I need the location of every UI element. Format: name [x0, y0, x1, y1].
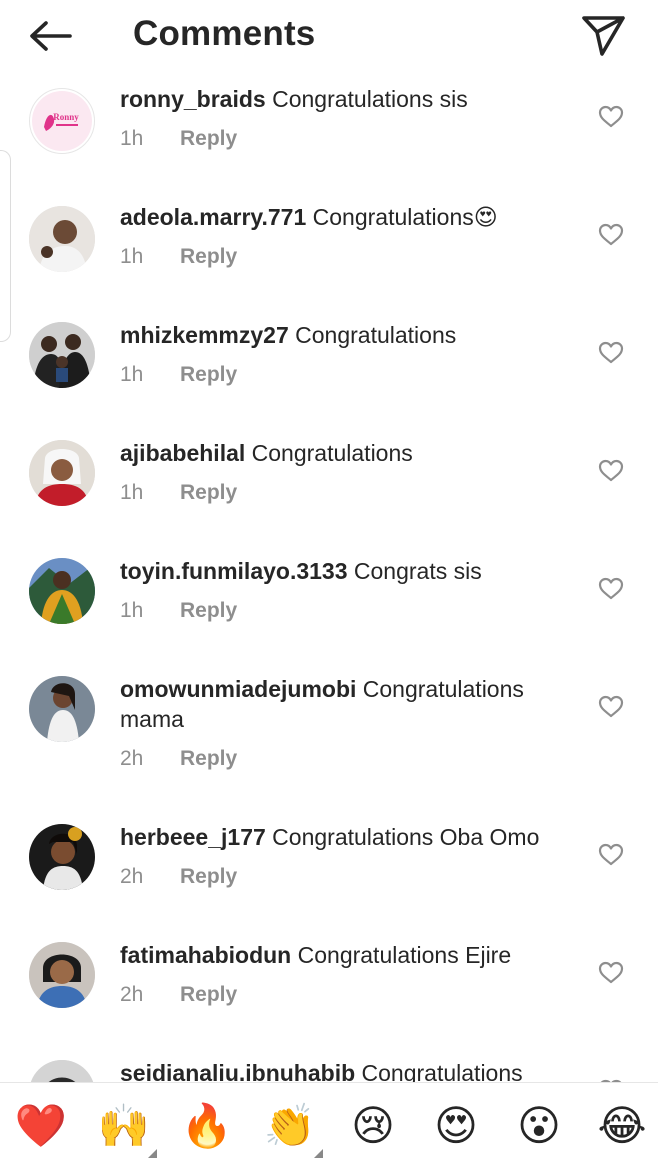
comment-meta: 1h Reply — [120, 127, 237, 151]
comment-time: 1h — [120, 363, 144, 386]
comment-body: Congratulations Oba Omo — [272, 824, 540, 850]
comment-time: 1h — [120, 245, 144, 268]
comment-time: 1h — [120, 127, 144, 150]
comment-time: 1h — [120, 599, 144, 622]
comment-text-block: seidianaliu.ibnuhabib Congratulations — [120, 1058, 590, 1082]
send-paper-plane-icon[interactable] — [578, 12, 628, 58]
fire-emoji[interactable]: 🔥 — [179, 1101, 235, 1151]
comment-time: 2h — [120, 983, 144, 1006]
like-heart-icon[interactable] — [598, 961, 624, 985]
tears-of-joy-emoji[interactable]: 😂 — [594, 1101, 650, 1151]
comment-body: Congratulations Ejire — [297, 942, 512, 968]
comment-text-block: mhizkemmzy27 Congratulations — [120, 320, 590, 350]
reply-button[interactable]: Reply — [180, 599, 237, 623]
like-heart-icon[interactable] — [598, 341, 624, 365]
comment-time: 2h — [120, 747, 144, 770]
avatar[interactable]: Ronny — [29, 88, 95, 154]
comment-time: 1h — [120, 481, 144, 504]
skin-tone-indicator-icon — [148, 1149, 157, 1158]
comment-username[interactable]: mhizkemmzy27 — [120, 322, 289, 348]
avatar[interactable] — [29, 942, 95, 1008]
comment-username[interactable]: seidianaliu.ibnuhabib — [120, 1060, 355, 1082]
comments-list[interactable]: Ronny ronny_braids Congratulations sis 1… — [0, 74, 658, 1082]
back-arrow-icon[interactable] — [26, 16, 76, 56]
reply-button[interactable]: Reply — [180, 747, 237, 771]
comment-meta: 1h Reply — [120, 599, 237, 623]
comment-text-block: adeola.marry.771 Congratulations😍 — [120, 202, 590, 232]
avatar[interactable] — [29, 558, 95, 624]
reply-button[interactable]: Reply — [180, 983, 237, 1007]
comment-text-block: omowunmiadejumobi Congratulations mama — [120, 674, 590, 734]
comment-meta: 2h Reply — [120, 983, 237, 1007]
avatar[interactable] — [29, 440, 95, 506]
comment-username[interactable]: toyin.funmilayo.3133 — [120, 558, 348, 584]
like-heart-icon[interactable] — [598, 843, 624, 867]
comment-time: 2h — [120, 865, 144, 888]
comment-username[interactable]: fatimahabiodun — [120, 942, 291, 968]
comment-text-block: toyin.funmilayo.3133 Congrats sis — [120, 556, 590, 586]
like-heart-icon[interactable] — [598, 223, 624, 247]
avatar-logo-text: Ronny — [53, 112, 79, 122]
comment-body: Congrats sis — [353, 558, 482, 584]
comment-meta: 1h Reply — [120, 481, 237, 505]
avatar[interactable] — [29, 676, 95, 742]
like-heart-icon[interactable] — [598, 577, 624, 601]
reply-button[interactable]: Reply — [180, 127, 237, 151]
avatar[interactable] — [29, 824, 95, 890]
reply-button[interactable]: Reply — [180, 865, 237, 889]
avatar[interactable] — [29, 1060, 95, 1082]
reply-button[interactable]: Reply — [180, 245, 237, 269]
comment-body: Congratulations😍 — [312, 204, 498, 230]
comment-text-block: ronny_braids Congratulations sis — [120, 84, 590, 114]
comment-meta: 2h Reply — [120, 747, 237, 771]
comment-meta: 1h Reply — [120, 363, 237, 387]
avatar[interactable] — [29, 322, 95, 388]
skin-tone-indicator-icon — [314, 1149, 323, 1158]
page-title: Comments — [133, 14, 316, 53]
reply-button[interactable]: Reply — [180, 481, 237, 505]
crying-face-emoji[interactable]: 😢 — [345, 1101, 401, 1151]
like-heart-icon[interactable] — [598, 695, 624, 719]
clapping-hands-emoji[interactable]: 👏 — [262, 1101, 318, 1151]
raising-hands-emoji[interactable]: 🙌 — [96, 1101, 152, 1151]
comment-body: Congratulations sis — [272, 86, 468, 112]
red-heart-emoji[interactable]: ❤️ — [13, 1101, 69, 1151]
comment-body: Congratulations — [295, 322, 457, 348]
comment-username[interactable]: herbeee_j177 — [120, 824, 266, 850]
surprised-face-emoji[interactable]: 😮 — [511, 1101, 567, 1151]
heart-eyes-emoji[interactable]: 😍 — [428, 1101, 484, 1151]
emoji-reaction-bar: ❤️ 🙌 🔥 👏 😢 😍 😮 😂 — [0, 1082, 658, 1165]
comment-username[interactable]: ajibabehilal — [120, 440, 245, 466]
comment-username[interactable]: omowunmiadejumobi — [120, 676, 356, 702]
comment-meta: 2h Reply — [120, 865, 237, 889]
avatar[interactable] — [29, 206, 95, 272]
comment-text-block: ajibabehilal Congratulations — [120, 438, 590, 468]
header-bar: Comments — [0, 0, 658, 74]
comment-text-block: fatimahabiodun Congratulations Ejire — [120, 940, 590, 970]
comment-body: Congratulations — [361, 1060, 523, 1082]
comment-text-block: herbeee_j177 Congratulations Oba Omo — [120, 822, 590, 852]
reply-button[interactable]: Reply — [180, 363, 237, 387]
comment-username[interactable]: ronny_braids — [120, 86, 266, 112]
comment-username[interactable]: adeola.marry.771 — [120, 204, 306, 230]
comment-meta: 1h Reply — [120, 245, 237, 269]
like-heart-icon[interactable] — [598, 459, 624, 483]
like-heart-icon[interactable] — [598, 105, 624, 129]
comment-body: Congratulations — [251, 440, 413, 466]
